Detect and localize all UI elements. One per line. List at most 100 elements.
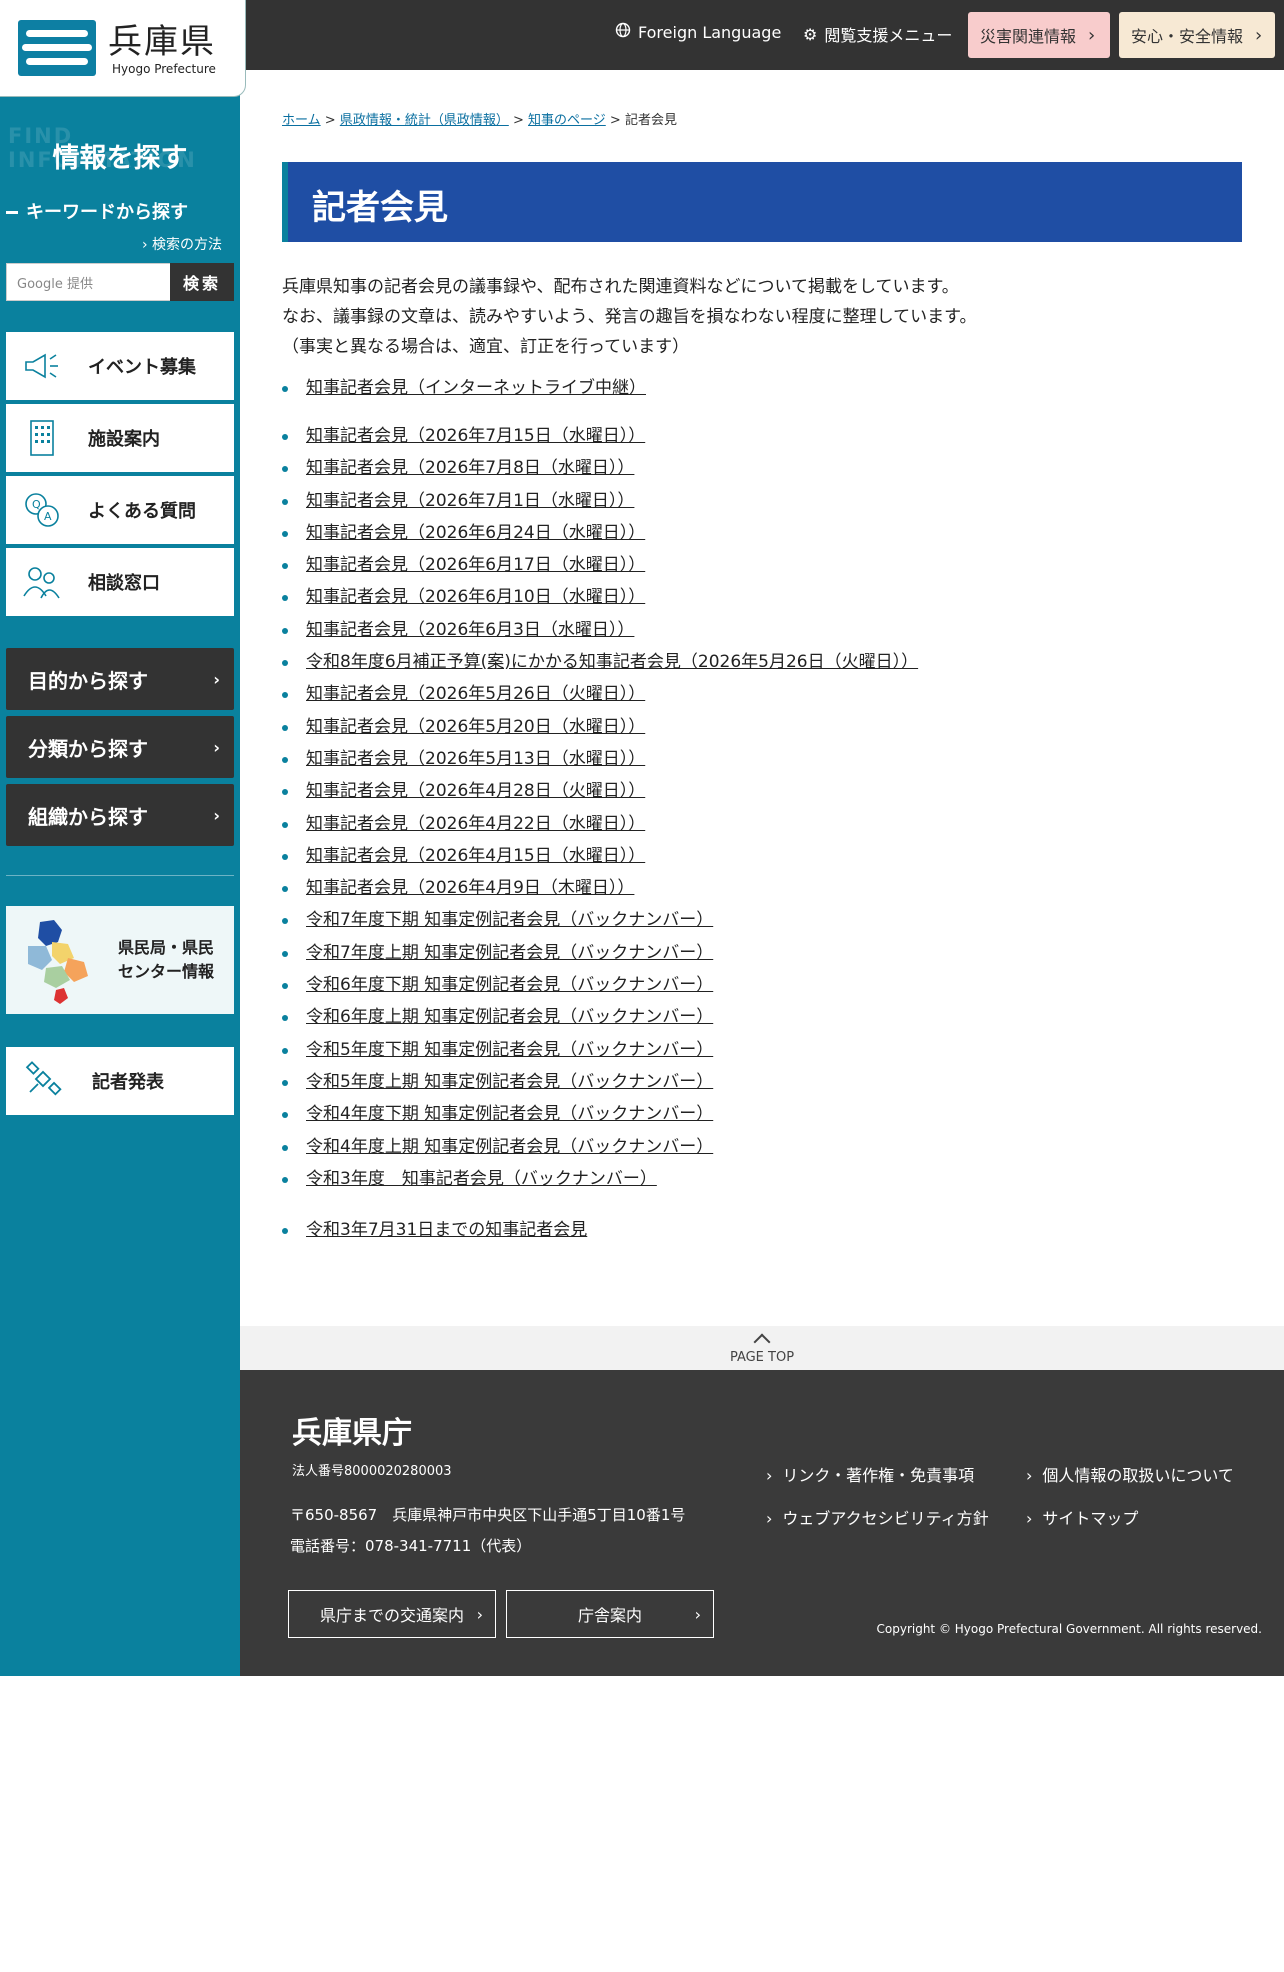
press-conference-link[interactable]: 知事記者会見（2026年4月9日（木曜日）） [306, 878, 634, 898]
chevron-right-icon: › [213, 737, 220, 757]
list-item: 令和8年度6月補正予算(案)にかかる知事記者会見（2026年5月26日（火曜日）… [282, 646, 918, 678]
search-by-purpose-button[interactable]: 目的から探す › [6, 648, 234, 710]
logo-title: 兵庫県 [108, 22, 216, 62]
building-guide-button[interactable]: 庁舎案内 › [506, 1590, 714, 1638]
button-label: 目的から探す [28, 668, 148, 693]
chevron-right-icon: › [1026, 1509, 1033, 1528]
live-stream-link[interactable]: 知事記者会見（インターネットライブ中継） [306, 378, 646, 398]
press-conference-link[interactable]: 知事記者会見（2026年5月26日（火曜日）） [306, 684, 645, 704]
building-icon [20, 416, 64, 460]
breadcrumb-governor-page[interactable]: 知事のページ [528, 113, 606, 128]
press-conference-link[interactable]: 知事記者会見（2026年6月24日（水曜日）） [306, 523, 645, 543]
disaster-info-button[interactable]: 災害関連情報 › [968, 12, 1110, 58]
breadcrumb: ホーム > 県政情報・統計（県政情報） > 知事のページ > 記者会見 [282, 113, 677, 128]
list-item: 知事記者会見（2026年5月26日（火曜日）） [282, 678, 918, 710]
press-conference-link[interactable]: 知事記者会見（2026年4月22日（水曜日）） [306, 814, 645, 834]
press-release-label: 記者発表 [92, 1072, 164, 1093]
keyword-dash [6, 211, 18, 214]
sidebar-item-events[interactable]: イベント募集 [6, 332, 234, 402]
sidebar: FIND INFORMATION 情報を探す キーワードから探す › 検索の方法… [0, 70, 240, 1676]
access-guide-button[interactable]: 県庁までの交通案内 › [288, 1590, 496, 1638]
press-conference-link[interactable]: 知事記者会見（2026年6月10日（水曜日）） [306, 587, 645, 607]
sidebar-item-label: 相談窓口 [88, 573, 160, 594]
press-conference-link[interactable]: 知事記者会見（2026年6月17日（水曜日）） [306, 555, 645, 575]
press-conference-link[interactable]: 知事記者会見（2026年5月13日（水曜日）） [306, 749, 645, 769]
foreign-language-link[interactable]: Foreign Language [615, 22, 781, 42]
sidebar-item-consultation[interactable]: 相談窓口 [6, 548, 234, 618]
list-item: 令和3年度 知事記者会見（バックナンバー） [282, 1163, 918, 1195]
list-item: 知事記者会見（2026年5月20日（水曜日）） [282, 711, 918, 743]
press-release-card[interactable]: 記者発表 [6, 1047, 234, 1115]
footer-link-sitemap[interactable]: › サイトマップ [1026, 1505, 1138, 1529]
breadcrumb-home[interactable]: ホーム [282, 113, 321, 128]
svg-text:Q: Q [32, 498, 41, 511]
prefectural-center-card[interactable]: 県民局・県民 センター情報 [6, 906, 234, 1014]
footer-link-privacy[interactable]: › 個人情報の取扱いについて [1026, 1462, 1234, 1486]
keyword-search-title: キーワードから探す [26, 202, 188, 223]
page-title: 記者会見 [312, 188, 448, 228]
sidebar-divider [6, 875, 234, 876]
footer-address: 〒650-8567 兵庫県神戸市中央区下山手通5丁目10番1号 電話番号：078… [290, 1506, 686, 1555]
button-label: 組織から探す [28, 804, 148, 829]
old-press-link[interactable]: 令和3年7月31日までの知事記者会見 [306, 1220, 587, 1240]
press-conference-link[interactable]: 令和7年度上期 知事定例記者会見（バックナンバー） [306, 943, 713, 963]
press-conference-link[interactable]: 知事記者会見（2026年7月15日（水曜日）） [306, 426, 645, 446]
press-conference-link[interactable]: 知事記者会見（2026年6月3日（水曜日）） [306, 620, 634, 640]
footer-link-terms[interactable]: › リンク・著作権・免責事項 [766, 1462, 974, 1486]
search-howto-link[interactable]: › 検索の方法 [142, 234, 222, 254]
disaster-info-label: 災害関連情報 [980, 27, 1077, 46]
press-conference-link[interactable]: 令和4年度下期 知事定例記者会見（バックナンバー） [306, 1104, 713, 1124]
gear-icon: ⚙ [803, 24, 818, 44]
press-conference-link[interactable]: 知事記者会見（2026年7月1日（水曜日）） [306, 491, 634, 511]
press-conference-link[interactable]: 知事記者会見（2026年5月20日（水曜日）） [306, 717, 645, 737]
qa-icon: QA [20, 488, 64, 532]
search-button[interactable]: 検索 [170, 263, 234, 301]
press-conference-link[interactable]: 令和8年度6月補正予算(案)にかかる知事記者会見（2026年5月26日（火曜日）… [306, 652, 918, 672]
list-item: 知事記者会見（2026年5月13日（水曜日）） [282, 743, 918, 775]
search-input[interactable]: Google 提供 [6, 263, 172, 301]
sidebar-item-faq[interactable]: QA よくある質問 [6, 476, 234, 546]
press-conference-link[interactable]: 令和3年度 知事記者会見（バックナンバー） [306, 1169, 657, 1189]
satellite-icon [24, 1060, 62, 1102]
page-top-label: PAGE TOP [729, 1350, 795, 1365]
search-by-organization-button[interactable]: 組織から探す › [6, 784, 234, 846]
press-conference-link[interactable]: 令和6年度下期 知事定例記者会見（バックナンバー） [306, 975, 713, 995]
list-item: 知事記者会見（インターネットライブ中継） [282, 372, 646, 404]
foreign-language-label: Foreign Language [638, 22, 782, 42]
list-item: 令和7年度下期 知事定例記者会見（バックナンバー） [282, 904, 918, 936]
chevron-right-icon: › [694, 1604, 701, 1624]
press-conference-link[interactable]: 令和5年度上期 知事定例記者会見（バックナンバー） [306, 1072, 713, 1092]
safety-info-button[interactable]: 安心・安全情報 › [1119, 12, 1275, 58]
sidebar-item-label: 施設案内 [88, 429, 160, 450]
page-top-button[interactable]: PAGE TOP [240, 1326, 1284, 1370]
prefectural-center-label: 県民局・県民 センター情報 [118, 938, 215, 981]
press-conference-link[interactable]: 令和4年度上期 知事定例記者会見（バックナンバー） [306, 1137, 713, 1157]
press-conference-link[interactable]: 令和6年度上期 知事定例記者会見（バックナンバー） [306, 1007, 713, 1027]
list-item: 知事記者会見（2026年4月9日（木曜日）） [282, 872, 918, 904]
search-howto-label: 検索の方法 [152, 237, 222, 253]
footer: 兵庫県庁 法人番号8000020280003 〒650-8567 兵庫県神戸市中… [240, 1370, 1284, 1676]
list-item: 令和5年度下期 知事定例記者会見（バックナンバー） [282, 1034, 918, 1066]
site-logo[interactable]: 兵庫県 Hyogo Prefecture [0, 0, 246, 97]
press-conference-link[interactable]: 知事記者会見（2026年4月15日（水曜日）） [306, 846, 645, 866]
list-item: 令和5年度上期 知事定例記者会見（バックナンバー） [282, 1066, 918, 1098]
sidebar-item-label: よくある質問 [88, 501, 196, 522]
list-item: 知事記者会見（2026年4月22日（水曜日）） [282, 808, 918, 840]
list-item: 令和4年度上期 知事定例記者会見（バックナンバー） [282, 1131, 918, 1163]
press-conference-link[interactable]: 知事記者会見（2026年4月28日（火曜日）） [306, 781, 645, 801]
svg-text:A: A [44, 510, 52, 523]
sidebar-item-facilities[interactable]: 施設案内 [6, 404, 234, 474]
list-item: 令和7年度上期 知事定例記者会見（バックナンバー） [282, 937, 918, 969]
list-item: 知事記者会見（2026年6月17日（水曜日）） [282, 549, 918, 581]
breadcrumb-prefectural-info[interactable]: 県政情報・統計（県政情報） [340, 113, 509, 128]
press-conference-link[interactable]: 知事記者会見（2026年7月8日（水曜日）） [306, 458, 634, 478]
press-conference-link[interactable]: 令和7年度下期 知事定例記者会見（バックナンバー） [306, 910, 713, 930]
press-conference-link[interactable]: 令和5年度下期 知事定例記者会見（バックナンバー） [306, 1040, 713, 1060]
chevron-right-icon: › [766, 1466, 773, 1485]
chevron-right-icon: › [766, 1509, 773, 1528]
search-by-category-button[interactable]: 分類から探す › [6, 716, 234, 778]
list-item: 知事記者会見（2026年7月1日（水曜日）） [282, 485, 918, 517]
list-item: 令和4年度下期 知事定例記者会見（バックナンバー） [282, 1098, 918, 1130]
footer-link-accessibility[interactable]: › ウェブアクセシビリティ方針 [766, 1505, 989, 1529]
accessibility-menu-button[interactable]: ⚙ 閲覧支援メニュー [803, 22, 952, 46]
